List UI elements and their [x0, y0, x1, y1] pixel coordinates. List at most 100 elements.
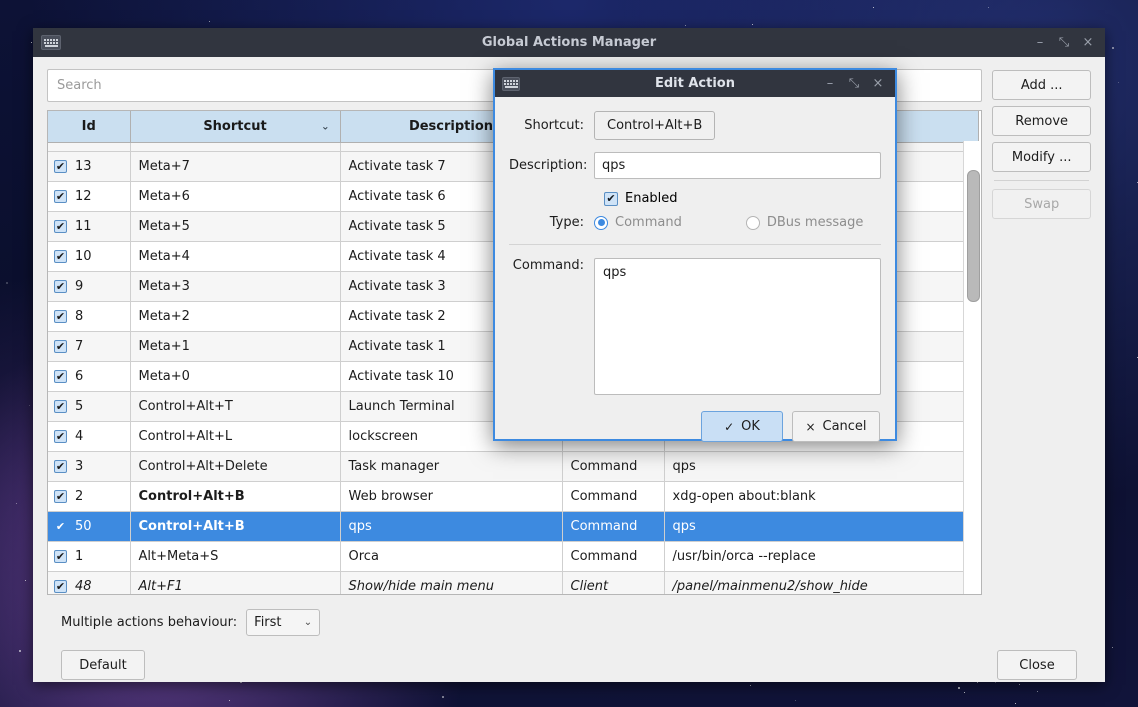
dialog-separator	[509, 244, 881, 245]
row-enabled-checkbox[interactable]: ✔	[54, 580, 67, 593]
cell-id: ✔ 3	[48, 451, 131, 482]
row-id-label: 8	[75, 309, 84, 324]
modify-button[interactable]: Modify ...	[992, 142, 1091, 172]
type-command-option[interactable]: Command	[594, 215, 682, 230]
column-header-shortcut[interactable]: Shortcut ⌄	[130, 111, 341, 143]
window-controls: – ⤡ ×	[1029, 32, 1105, 54]
button-separator	[994, 180, 1089, 181]
add-button[interactable]: Add ...	[992, 70, 1091, 100]
row-enabled-checkbox[interactable]: ✔	[54, 520, 67, 533]
minimize-icon[interactable]: –	[1029, 32, 1051, 54]
row-enabled-checkbox[interactable]: ✔	[54, 370, 67, 383]
radio-unselected-icon[interactable]	[745, 215, 760, 230]
type-label: Type:	[549, 215, 584, 230]
type-dbus-option[interactable]: DBus message	[745, 215, 863, 230]
cell-shortcut: Control+Alt+L	[130, 421, 341, 452]
row-id-label: 4	[75, 429, 84, 444]
close-icon[interactable]: ×	[1077, 32, 1099, 54]
column-header-id[interactable]: Id	[48, 111, 131, 143]
cell-shortcut: Control+Alt+B	[130, 511, 341, 542]
cell-type: Command	[562, 511, 665, 542]
row-enabled-checkbox[interactable]: ✔	[54, 400, 67, 413]
cell-description: qps	[340, 511, 563, 542]
row-enabled-checkbox[interactable]: ✔	[54, 220, 67, 233]
row-enabled-checkbox[interactable]: ✔	[54, 310, 67, 323]
check-icon: ✓	[724, 419, 735, 434]
cell-shortcut: Meta+2	[130, 301, 341, 332]
command-row: Command: qps	[509, 258, 881, 395]
row-enabled-checkbox[interactable]: ✔	[54, 250, 67, 263]
cell-id: ✔ 1	[48, 541, 131, 572]
enabled-row[interactable]: ✔ Enabled	[509, 191, 881, 206]
row-enabled-checkbox[interactable]: ✔	[54, 460, 67, 473]
behaviour-row: Multiple actions behaviour: First ⌄	[61, 609, 1077, 636]
close-button[interactable]: Close	[997, 650, 1077, 680]
row-enabled-checkbox[interactable]: ✔	[54, 430, 67, 443]
column-header-shortcut-label: Shortcut	[203, 119, 267, 134]
cell-id: ✔ 4	[48, 421, 131, 452]
chevron-down-icon: ⌄	[321, 121, 330, 132]
keyboard-icon	[502, 76, 520, 91]
edit-action-dialog: Edit Action – ⤡ × Shortcut: Control+Alt+…	[493, 68, 897, 442]
default-button[interactable]: Default	[61, 650, 145, 680]
cell-shortcut: Meta+6	[130, 181, 341, 212]
dialog-buttons: ✓ OK × Cancel	[509, 411, 881, 442]
table-row[interactable]: ✔ 50 Control+Alt+B qps Command qps	[48, 511, 979, 542]
row-id-label: 6	[75, 369, 84, 384]
cell-shortcut: Meta+1	[130, 331, 341, 362]
dialog-window-controls: – ⤡ ×	[819, 73, 895, 95]
cell-action: /panel/mainmenu2/show_hide	[664, 571, 979, 594]
main-titlebar[interactable]: Global Actions Manager – ⤡ ×	[33, 28, 1105, 57]
restore-icon[interactable]: ⤡	[843, 73, 865, 95]
cell-type: Command	[562, 451, 665, 482]
table-row[interactable]: ✔ 3 Control+Alt+Delete Task manager Command q…	[48, 451, 979, 482]
cell-type: Client	[562, 571, 665, 594]
close-icon[interactable]: ×	[867, 73, 889, 95]
behaviour-select-value: First	[254, 615, 282, 630]
cell-id: ✔ 7	[48, 331, 131, 362]
minimize-icon[interactable]: –	[819, 73, 841, 95]
radio-selected-icon[interactable]	[594, 215, 608, 230]
row-enabled-checkbox[interactable]: ✔	[54, 190, 67, 203]
swap-button[interactable]: Swap	[992, 189, 1091, 219]
cell-id: ✔ 12	[48, 181, 131, 212]
command-label: Command:	[512, 258, 584, 273]
cell-shortcut: Meta+5	[130, 211, 341, 242]
row-enabled-checkbox[interactable]: ✔	[54, 340, 67, 353]
row-enabled-checkbox[interactable]: ✔	[54, 550, 67, 563]
description-row: Description:	[509, 152, 881, 179]
cell-shortcut: Control+Alt+Delete	[130, 451, 341, 482]
row-enabled-checkbox[interactable]: ✔	[54, 490, 67, 503]
enabled-label: Enabled	[625, 191, 678, 206]
ok-button[interactable]: ✓ OK	[701, 411, 783, 442]
bottom-controls: Multiple actions behaviour: First ⌄ Defa…	[47, 595, 1091, 680]
cancel-button[interactable]: × Cancel	[792, 411, 880, 442]
table-vertical-scrollbar[interactable]	[963, 141, 982, 594]
row-enabled-checkbox[interactable]: ✔	[54, 280, 67, 293]
cell-shortcut: Meta+0	[130, 361, 341, 392]
cell-shortcut: Meta+3	[130, 271, 341, 302]
row-enabled-checkbox[interactable]: ✔	[54, 160, 67, 173]
row-id-label: 12	[75, 189, 92, 204]
chevron-down-icon: ⌄	[303, 617, 313, 628]
description-field[interactable]	[594, 152, 881, 179]
column-header-description-label: Description	[408, 119, 494, 134]
dialog-titlebar[interactable]: Edit Action – ⤡ ×	[495, 70, 895, 97]
cell-action: qps	[664, 451, 979, 482]
cell-description: Show/hide main menu	[340, 571, 563, 594]
row-id-label: 48	[75, 579, 92, 594]
spacer-cell	[130, 142, 341, 152]
cell-id: ✔ 11	[48, 211, 131, 242]
scrollbar-thumb[interactable]	[967, 170, 981, 302]
enabled-checkbox[interactable]: ✔	[604, 191, 618, 206]
table-row[interactable]: ✔ 1 Alt+Meta+S Orca Command/usr/bin/orca --r…	[48, 541, 979, 572]
shortcut-capture-button[interactable]: Control+Alt+B	[594, 111, 716, 140]
table-row[interactable]: ✔ 2 Control+Alt+B Web browser Command xdg-ope…	[48, 481, 979, 512]
remove-button[interactable]: Remove	[992, 106, 1091, 136]
behaviour-select[interactable]: First ⌄	[246, 609, 321, 636]
table-row[interactable]: ✔ 48 Alt+F1 Show/hide main menu Client/panel…	[48, 571, 979, 594]
cell-id: ✔ 2	[48, 481, 131, 512]
close-icon: ×	[805, 419, 816, 434]
restore-icon[interactable]: ⤡	[1053, 32, 1075, 54]
command-textarea[interactable]: qps	[594, 258, 881, 395]
